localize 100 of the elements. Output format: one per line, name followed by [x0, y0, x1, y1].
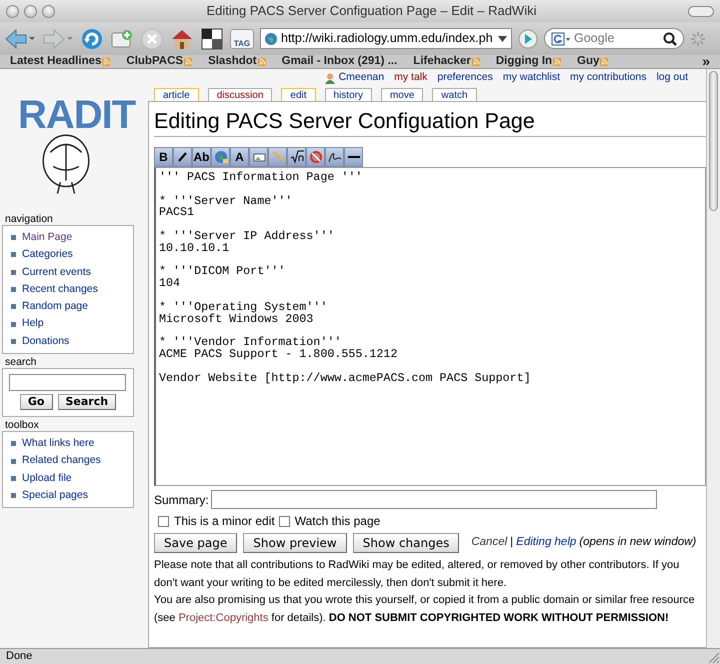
grid-icon[interactable] [200, 26, 224, 50]
page-tab[interactable]: watch [432, 88, 477, 101]
globe-icon [264, 32, 278, 46]
dropdown-icon[interactable] [497, 34, 508, 44]
format-button[interactable]: A [230, 147, 249, 167]
window-title: Editing PACS Server Configuation Page – Edit – RadWiki [206, 2, 538, 20]
bookmark-link[interactable]: Gmail - Inbox (291) ... [282, 52, 398, 70]
stop-icon[interactable] [140, 26, 164, 50]
edit-textarea[interactable]: ''' PACS Information Page ''' * '''Server Name''' PACS1 * '''Server IP Address''' 10.10.10.1 * '''DICOM Port''' 104 * '''Operating System''' Microsoft Windows 2003 * '''Vendor Information''' ACME PACS Support - 1.800.555.1212 Vendor Website [http://www.acmePACS.com PACS Support] [154, 167, 706, 486]
tag-button[interactable]: TAG [230, 28, 254, 48]
resize-grip-icon[interactable] [706, 650, 720, 664]
bookmark-link[interactable]: Slashdot [208, 52, 257, 70]
portlet-title: search [4, 356, 38, 368]
bullet-icon [11, 476, 16, 481]
search-icon[interactable] [663, 32, 677, 46]
bullet-icon [11, 304, 16, 310]
format-button[interactable]: Ab [192, 147, 211, 167]
bookmark-link[interactable]: Digging In [496, 52, 552, 70]
window-control[interactable] [6, 4, 19, 18]
search-field[interactable]: Google [544, 28, 684, 49]
bullet-icon [11, 235, 16, 240]
sidebar-link[interactable]: Related changes [22, 452, 101, 470]
go-icon[interactable] [518, 28, 538, 48]
format-button[interactable] [249, 147, 268, 167]
signature-icon [328, 150, 342, 164]
url-field[interactable]: http://wiki.radiology.umm.edu/index.ph [260, 28, 512, 49]
summary-label: Summary: [154, 492, 209, 508]
status-text: Done [6, 649, 32, 664]
more-bookmarks-button[interactable]: » [702, 51, 710, 72]
format-button[interactable] [344, 147, 363, 167]
page-tab[interactable]: discussion [208, 88, 272, 101]
checkbox[interactable] [278, 516, 290, 526]
bookmark-link[interactable]: Guy [577, 52, 600, 70]
window-control[interactable] [42, 4, 55, 18]
nowiki-icon [308, 150, 322, 164]
reload-icon[interactable] [80, 26, 104, 50]
format-button[interactable] [287, 147, 306, 167]
sidebar-link[interactable]: Help [22, 315, 44, 333]
toolbar-pill-button[interactable] [688, 6, 714, 16]
search-button[interactable]: Go [20, 394, 52, 410]
help-note: (opens in new window) [579, 535, 696, 550]
google-icon[interactable] [551, 32, 571, 46]
page-tab[interactable]: edit [281, 88, 316, 101]
summary-field[interactable] [210, 490, 657, 509]
bookmark-link[interactable]: Latest Headlines [10, 52, 102, 70]
separator: | [510, 535, 514, 550]
search-button[interactable]: Search [58, 394, 116, 410]
notice-text: You are also promising us that you wrote this yourself, or copied it from a public domain or similar free resource (see Project:Copyrights for details). DO NOT SUBMIT COPYRIGHTED WORK WITHOUT PERMISSION! [154, 593, 696, 626]
page-heading: Editing PACS Server Configuation Page [154, 108, 706, 137]
bullet-icon [11, 493, 16, 498]
user-icon [324, 72, 335, 84]
sidebar-link[interactable]: Categories [22, 246, 73, 264]
format-button[interactable]: B [154, 147, 173, 167]
user-link[interactable]: my watchlist [502, 70, 560, 86]
checkbox[interactable] [158, 516, 169, 526]
form-button[interactable]: Show changes [352, 533, 460, 553]
page-tab[interactable]: move [380, 88, 424, 101]
page-tab[interactable]: history [324, 88, 372, 101]
bookmark-link[interactable]: Lifehacker [413, 52, 471, 70]
portlet-title: navigation [4, 213, 54, 225]
bullet-icon [11, 287, 16, 292]
sidebar-link[interactable]: Special pages [22, 486, 88, 504]
math-icon [290, 150, 304, 164]
user-link[interactable]: my talk [394, 70, 428, 86]
cancel-link[interactable]: Cancel [471, 534, 508, 552]
logo-text: RADIT [18, 95, 136, 135]
bullet-icon [11, 458, 16, 464]
user-link[interactable]: log out [656, 70, 688, 86]
user-link[interactable]: Cmeenan [338, 70, 384, 86]
page-tab[interactable]: article [154, 88, 199, 101]
back-icon[interactable] [4, 26, 36, 50]
sidebar-link[interactable]: Upload file [22, 470, 72, 487]
spinner-icon [690, 30, 706, 46]
sidebar-link[interactable]: Random page [22, 298, 88, 316]
sidebar-link[interactable]: Recent changes [22, 280, 98, 298]
portlet-title: toolbox [4, 419, 40, 432]
window-control[interactable] [24, 4, 37, 18]
help-link[interactable]: Editing help [516, 534, 576, 552]
bullet-icon [11, 270, 16, 275]
bullet-icon [11, 322, 16, 327]
bookmark-link[interactable]: ClubPACS [126, 52, 184, 70]
format-button[interactable] [325, 147, 344, 167]
globe-icon [214, 150, 228, 164]
user-link[interactable]: my contributions [570, 70, 646, 86]
sidebar-link[interactable]: Main Page [22, 229, 72, 246]
format-button[interactable] [173, 147, 192, 167]
search-input[interactable] [9, 374, 126, 392]
checkbox-label: Watch this page [294, 513, 380, 530]
bullet-icon [11, 252, 16, 258]
user-link[interactable]: preferences [437, 70, 493, 86]
copyright-link[interactable]: Project:Copyrights [178, 612, 268, 624]
scrollbar[interactable] [706, 69, 720, 648]
form-button[interactable]: Save page [154, 533, 238, 553]
checkbox-label: This is a minor edit [174, 513, 275, 530]
italic-icon [176, 150, 190, 164]
sidebar-link[interactable]: What links here [22, 435, 94, 452]
bullet-icon [11, 441, 16, 446]
sidebar-link[interactable]: Donations [22, 332, 70, 350]
form-button[interactable]: Show preview [243, 533, 347, 553]
sidebar-link[interactable]: Current events [22, 264, 91, 281]
